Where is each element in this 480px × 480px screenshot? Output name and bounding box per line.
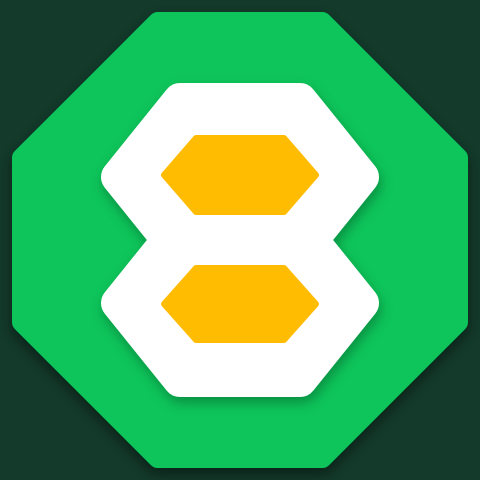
- bottom-yellow-cell: [161, 265, 319, 343]
- app-icon: [0, 0, 480, 480]
- app-icon-canvas: [0, 0, 480, 480]
- top-yellow-cell: [161, 135, 319, 215]
